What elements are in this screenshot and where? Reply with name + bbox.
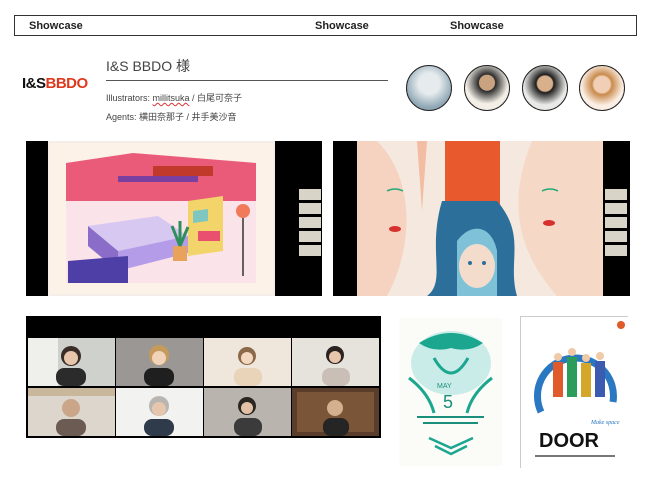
illustrator-link[interactable]: millitsuka <box>153 93 190 103</box>
poster-tagline: Make space <box>590 420 620 426</box>
participant-thumbnails[interactable] <box>605 189 627 259</box>
poster-month: MAY <box>437 383 452 390</box>
title-divider <box>106 80 388 81</box>
showcase-label-left: Showcase <box>29 20 83 32</box>
agents-credit: Agents: 横田奈那子 / 井手美沙音 <box>106 112 237 122</box>
participant-tile[interactable] <box>28 388 115 436</box>
may-poster: MAY 5 <box>399 318 502 466</box>
avatar <box>464 65 510 111</box>
participant-tile[interactable] <box>204 388 291 436</box>
showcase-label-right: Showcase <box>450 20 504 32</box>
participant-tile[interactable] <box>116 388 203 436</box>
illustrators-credit: Illustrators: millitsuka / 白尾可奈子 <box>106 93 243 103</box>
avatar <box>522 65 568 111</box>
door-poster: Make space DOOR <box>520 316 629 469</box>
client-name: I&S BBDO 様 <box>106 58 191 74</box>
room-illustration <box>46 141 277 296</box>
participant-tile[interactable] <box>28 338 115 386</box>
video-screen-right <box>333 141 630 296</box>
video-screen-left <box>26 141 322 296</box>
top-bar: Showcase Showcase Showcase <box>14 15 637 36</box>
participant-tile[interactable] <box>292 388 379 436</box>
client-logo: I&SBBDO <box>22 75 88 92</box>
poster-day: 5 <box>443 392 453 412</box>
participant-thumbnails[interactable] <box>299 189 321 259</box>
participant-tile[interactable] <box>292 338 379 386</box>
faces-illustration <box>357 141 603 296</box>
participant-tile[interactable] <box>204 338 291 386</box>
showcase-label-center: Showcase <box>315 20 369 32</box>
avatar <box>406 65 452 111</box>
participant-tile[interactable] <box>116 338 203 386</box>
video-call-grid <box>26 316 381 438</box>
poster-title: DOOR <box>539 430 600 452</box>
avatar <box>579 65 625 111</box>
